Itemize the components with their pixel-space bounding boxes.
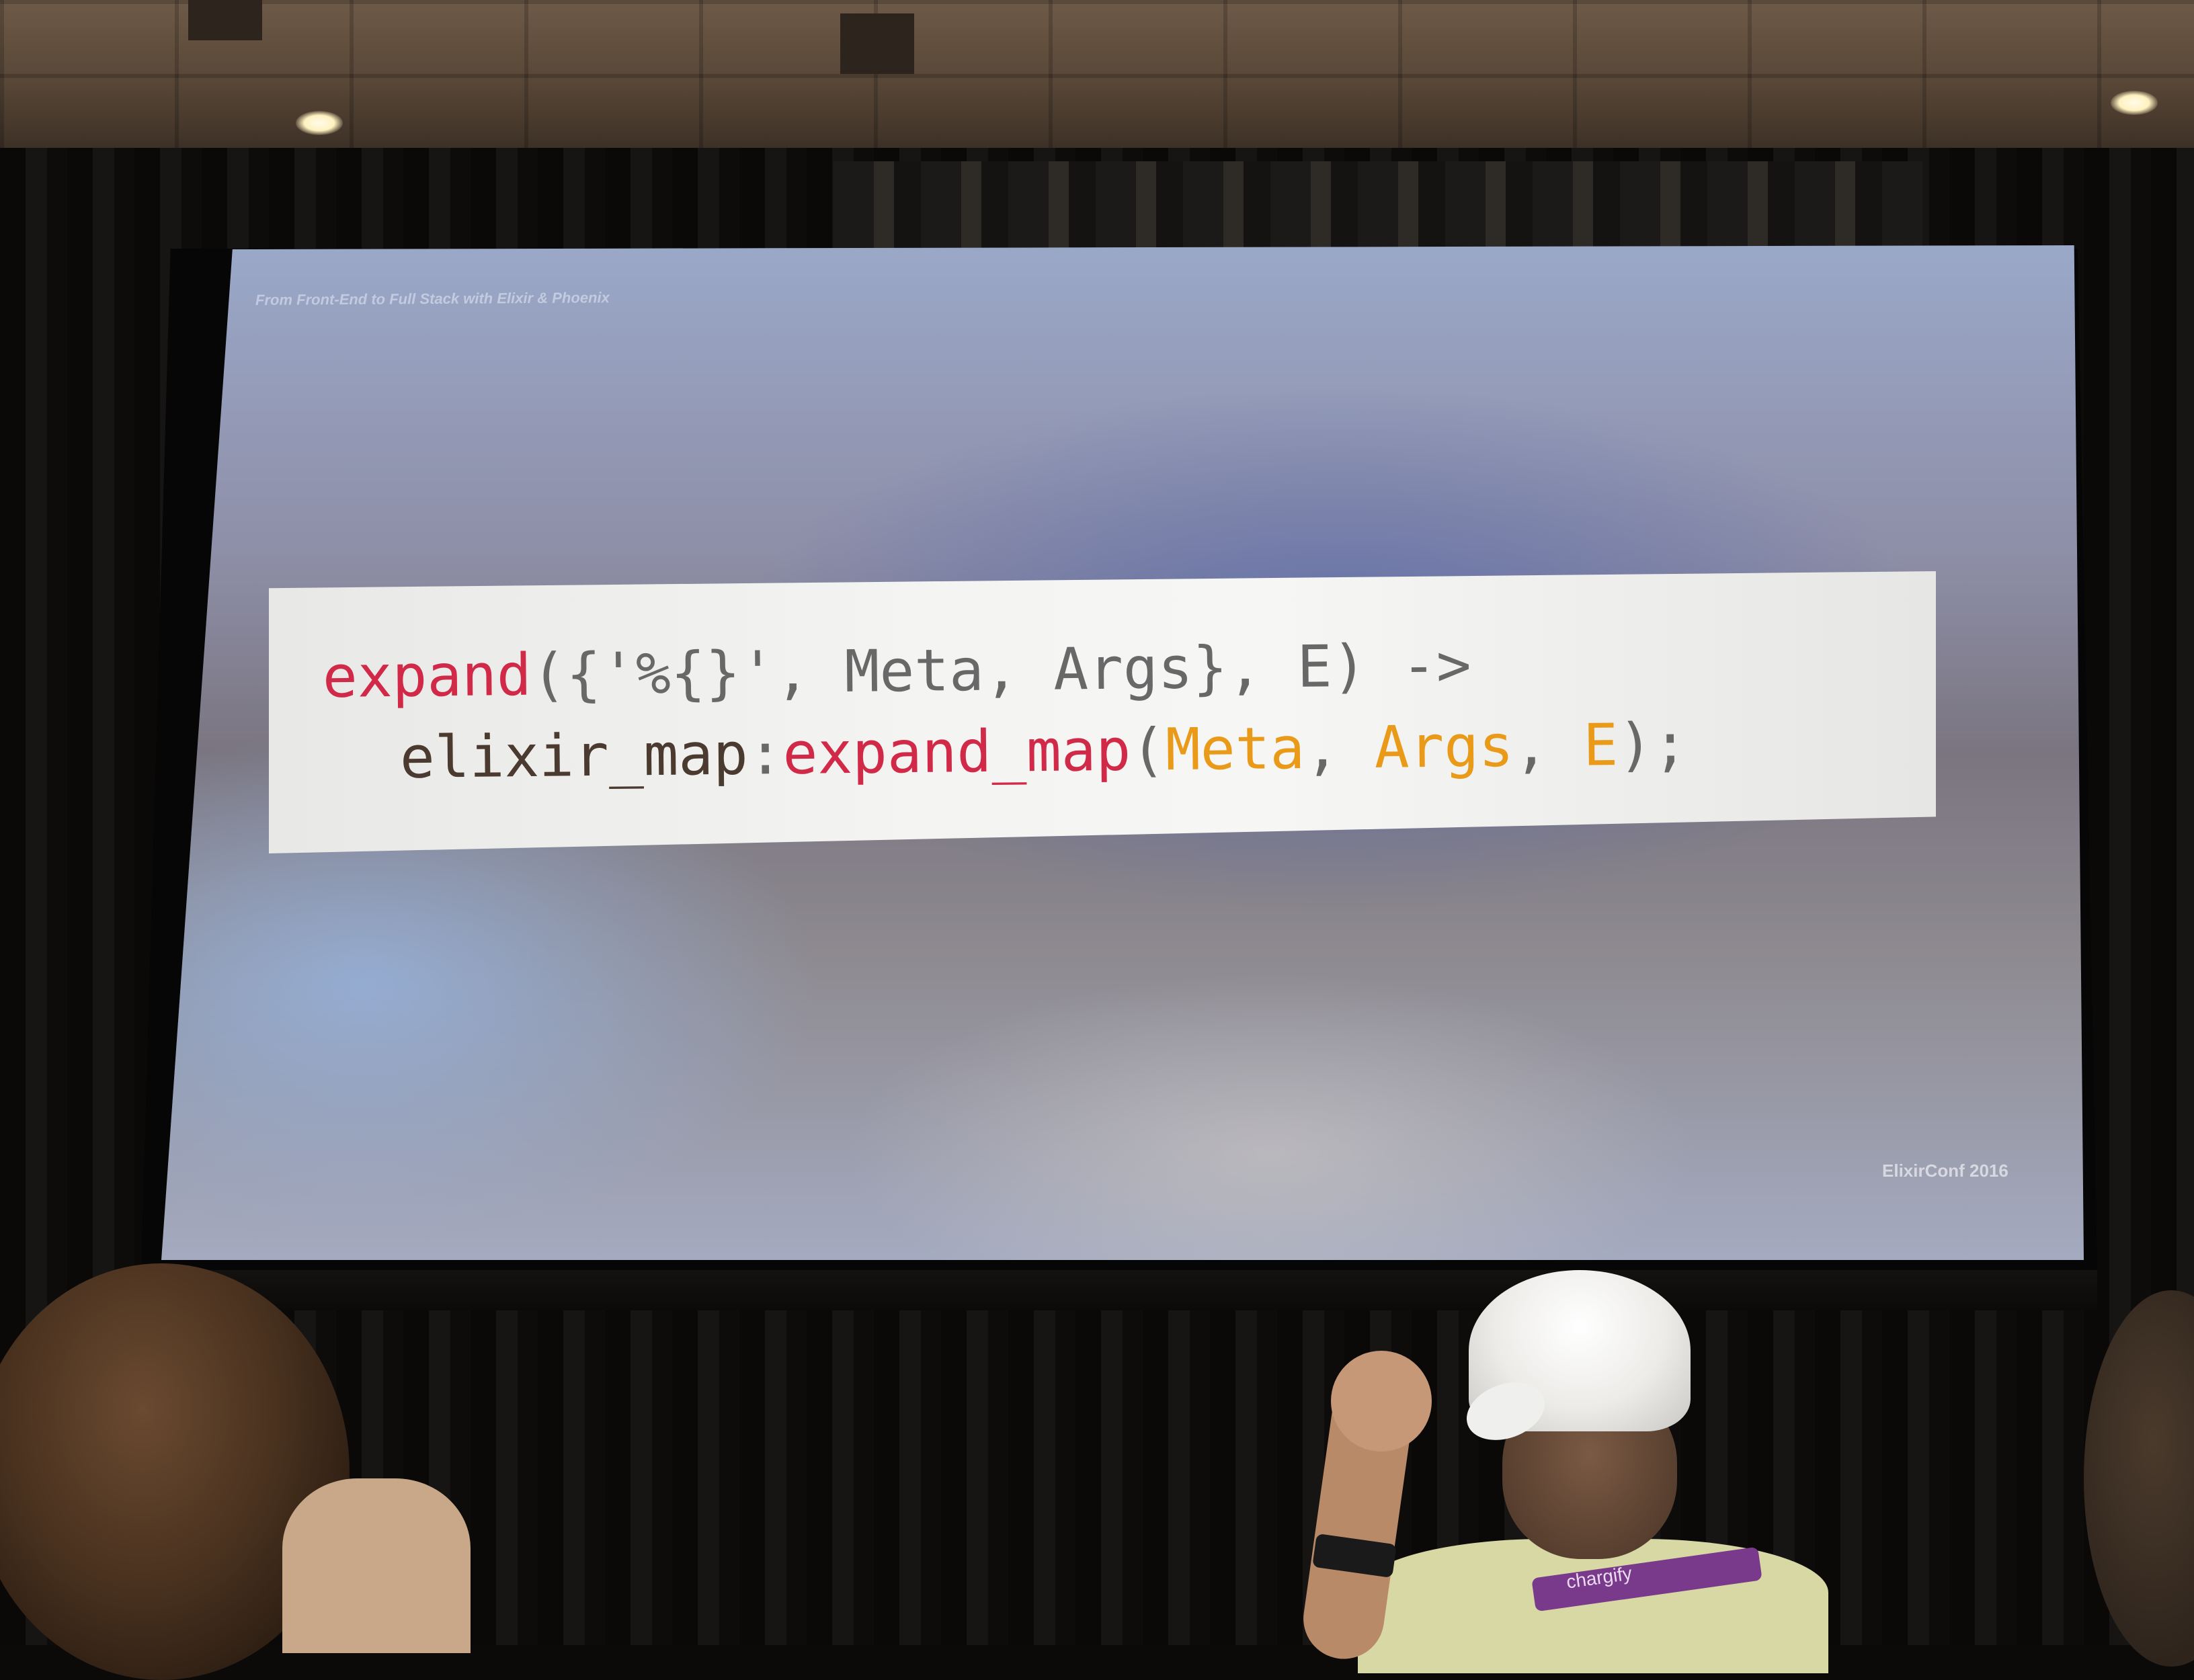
- ceiling-vent: [188, 0, 262, 40]
- slide-footer: ElixirConf 2016: [1882, 1161, 2008, 1181]
- stage-floor: [148, 1270, 2097, 1310]
- raised-hand: [1331, 1351, 1432, 1452]
- code-line-1: expand({'%{}', Meta, Args}, E) ->: [322, 632, 1471, 711]
- code-colon: :: [747, 720, 784, 788]
- slide-header: From Front-End to Full Stack with Elixir…: [255, 289, 610, 308]
- code-variable: E: [1582, 712, 1619, 780]
- code-separator: ,: [1513, 712, 1584, 780]
- ceiling-vent: [840, 13, 914, 74]
- code-line-2: elixir_map:expand_map(Meta, Args, E);: [399, 711, 1688, 792]
- ceiling-light: [296, 111, 343, 135]
- code-close: );: [1617, 710, 1689, 780]
- code-variable: Args: [1374, 712, 1514, 782]
- code-arguments: ({'%{}', Meta, Args}, E) ->: [531, 632, 1472, 709]
- code-variable: Meta: [1165, 714, 1305, 784]
- code-function-name: expand: [322, 641, 532, 711]
- ceiling-light: [2111, 91, 2158, 115]
- code-function-name: expand_map: [782, 716, 1131, 788]
- code-open-paren: (: [1130, 716, 1166, 784]
- code-separator: ,: [1304, 714, 1375, 782]
- ceiling: [0, 0, 2194, 155]
- code-module-name: elixir_map: [399, 720, 749, 792]
- audience-shoulder: [282, 1478, 471, 1653]
